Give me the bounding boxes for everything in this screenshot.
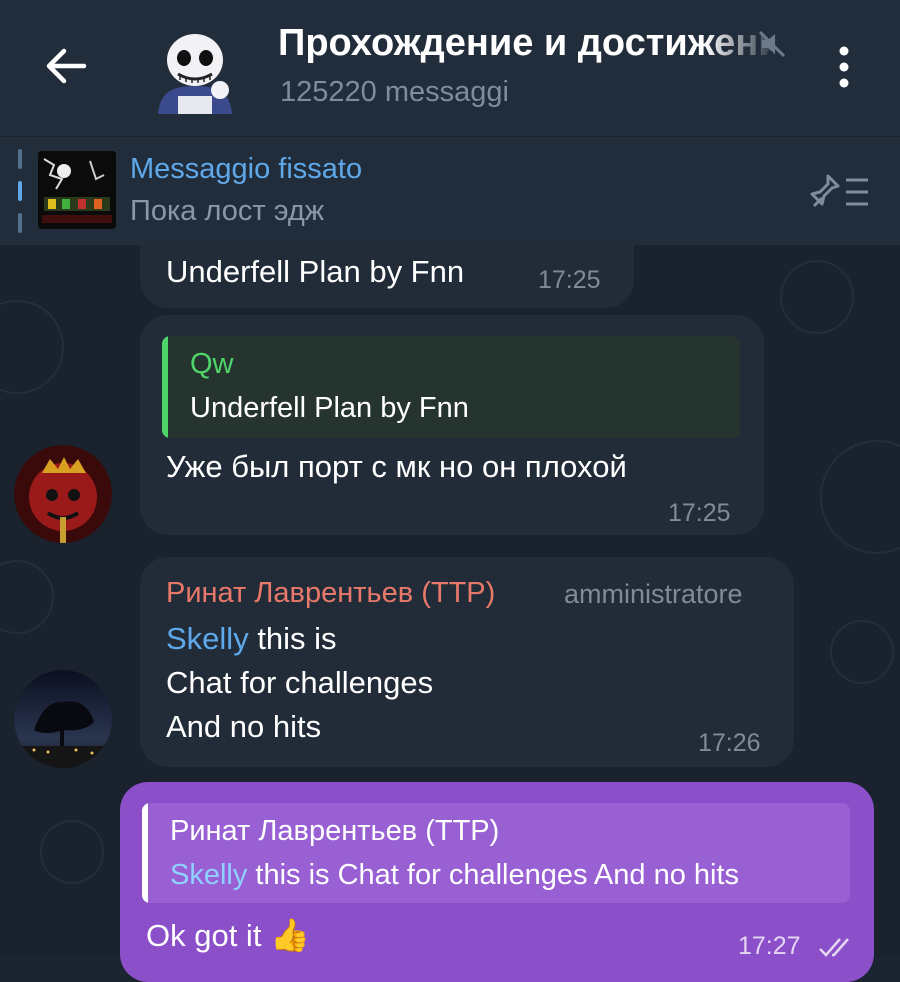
reply-text: Underfell Plan by Fnn bbox=[190, 392, 469, 424]
pinned-list-icon[interactable] bbox=[808, 168, 872, 212]
message-bubble[interactable]: Ринат Лаврентьев (TTP) amministratore Sk… bbox=[140, 557, 794, 767]
pinned-preview-text: Пока лост эдж bbox=[130, 195, 325, 227]
chat-title[interactable]: Прохождение и достижения bbox=[278, 22, 798, 65]
message-time: 17:25 bbox=[668, 499, 731, 527]
user-avatar[interactable] bbox=[14, 670, 112, 768]
user-avatar[interactable] bbox=[14, 445, 112, 543]
pinned-label: Messaggio fissato bbox=[130, 153, 363, 185]
author-role: amministratore bbox=[564, 579, 743, 609]
message-bubble[interactable]: Qw Underfell Plan by Fnn Уже был порт с … bbox=[140, 315, 764, 535]
mention-link: Skelly bbox=[170, 859, 248, 891]
reply-quote[interactable]: Qw Underfell Plan by Fnn bbox=[162, 336, 740, 438]
muted-icon bbox=[758, 30, 786, 58]
read-checkmarks-icon bbox=[819, 938, 849, 957]
more-options-icon[interactable] bbox=[828, 42, 860, 92]
reply-text: Skelly this is Chat for challenges And n… bbox=[170, 859, 740, 891]
message-text-line1: Skelly this is bbox=[166, 621, 337, 657]
member-count: 125220 messaggi bbox=[280, 76, 509, 108]
pinned-indicator bbox=[18, 149, 22, 233]
thumbs-up-emoji: 👍 bbox=[270, 917, 310, 953]
reply-author: Qw bbox=[190, 348, 234, 380]
pinned-message-bar[interactable]: Messaggio fissato Пока лост эдж bbox=[0, 136, 900, 245]
message-time: 17:25 bbox=[538, 266, 601, 294]
message-bubble[interactable]: Underfell Plan by Fnn 17:25 bbox=[140, 244, 634, 308]
back-arrow-icon[interactable] bbox=[40, 40, 92, 92]
group-avatar[interactable] bbox=[150, 24, 240, 114]
pinned-thumbnail bbox=[38, 151, 116, 229]
message-text: Уже был порт с мк но он плохой bbox=[166, 449, 627, 484]
message-text: Underfell Plan by Fnn bbox=[166, 254, 465, 289]
outgoing-message-bubble[interactable]: Ринат Лаврентьев (TTP) Skelly this is Ch… bbox=[120, 782, 874, 982]
reply-author: Ринат Лаврентьев (TTP) bbox=[170, 815, 500, 847]
chat-header: Прохождение и достижения 125220 messaggi bbox=[0, 0, 900, 136]
message-text: this is bbox=[248, 621, 337, 656]
message-time: 17:26 bbox=[698, 729, 761, 757]
reply-quote[interactable]: Ринат Лаврентьев (TTP) Skelly this is Ch… bbox=[142, 803, 850, 903]
message-text-line2: Chat for challenges bbox=[166, 665, 434, 700]
message-text: Ok got it 👍 bbox=[146, 917, 310, 953]
message-text-line3: And no hits bbox=[166, 709, 322, 744]
mention-link[interactable]: Skelly bbox=[166, 621, 249, 656]
message-author[interactable]: Ринат Лаврентьев (TTP) bbox=[166, 577, 495, 610]
